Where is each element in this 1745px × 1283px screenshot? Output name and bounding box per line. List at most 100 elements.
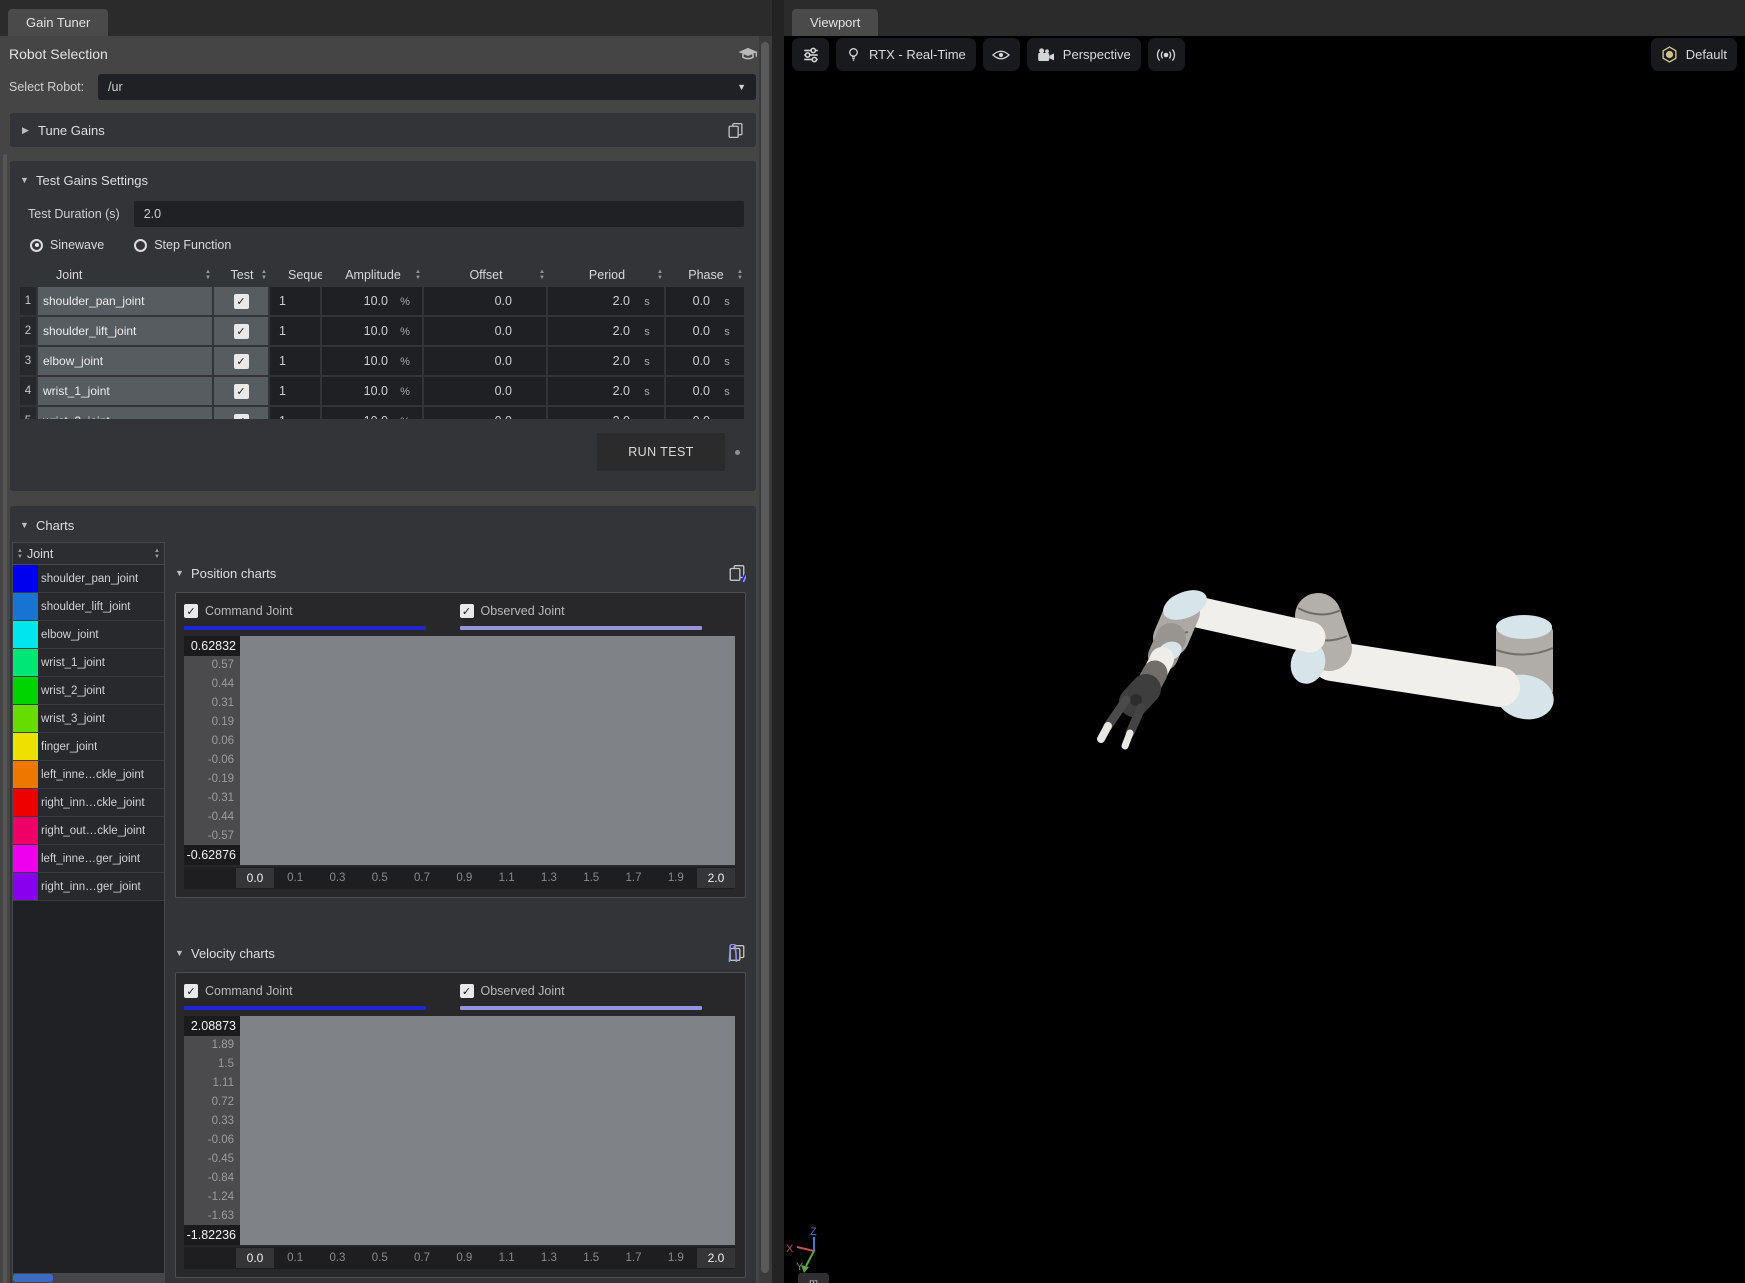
sort-caret-icon[interactable]: ▲▼ (17, 548, 23, 560)
viewport-canvas[interactable]: RTX - Real-Time (784, 36, 1745, 1283)
joint-list-item[interactable]: right_inn…ger_joint (13, 873, 164, 901)
joint-list-item[interactable]: shoulder_pan_joint (13, 565, 164, 593)
phase-cell[interactable]: 0.0s (666, 287, 746, 315)
test-checkbox-cell[interactable]: ✓ (214, 407, 270, 419)
horizontal-scrollbar[interactable] (13, 1273, 164, 1283)
tab-gain-tuner[interactable]: Gain Tuner (8, 9, 108, 36)
joint-name-cell[interactable]: wrist_1_joint (38, 377, 214, 405)
sequence-cell[interactable]: 1 (270, 407, 322, 419)
joint-list-item[interactable]: elbow_joint (13, 621, 164, 649)
copy-icon[interactable] (728, 944, 746, 962)
offset-cell[interactable]: 0.0 (424, 347, 548, 375)
checkbox-checked-icon[interactable]: ✓ (460, 984, 474, 998)
legend-toggle[interactable]: ✓Command Joint (184, 601, 442, 621)
live-sync-button[interactable] (1148, 38, 1185, 71)
radio-step-function[interactable]: Step Function (134, 238, 231, 252)
left-scrollbar-thumb[interactable] (3, 154, 7, 1283)
column-header-test[interactable]: Test▲▼ (214, 268, 270, 282)
checkbox-checked-icon[interactable]: ✓ (234, 354, 249, 369)
legend-toggle[interactable]: ✓Observed Joint (460, 981, 718, 1001)
offset-cell[interactable]: 0.0 (424, 407, 548, 419)
joint-list-item[interactable]: wrist_2_joint (13, 677, 164, 705)
tab-viewport[interactable]: Viewport (792, 9, 878, 36)
sort-caret-icon[interactable]: ▲▼ (154, 548, 160, 560)
legend-toggle[interactable]: ✓Observed Joint (460, 601, 718, 621)
phase-cell[interactable]: 0.0s (666, 347, 746, 375)
sequence-cell[interactable]: 1 (270, 377, 322, 405)
sort-caret-icon[interactable]: ▲▼ (205, 269, 211, 281)
plot-area[interactable] (240, 1016, 735, 1245)
joint-list-item[interactable]: finger_joint (13, 733, 164, 761)
viewport-settings-button[interactable] (792, 38, 829, 71)
legend-toggle[interactable]: ✓Command Joint (184, 981, 442, 1001)
checkbox-checked-icon[interactable]: ✓ (234, 414, 249, 420)
test-gains-header[interactable]: ▼ Test Gains Settings (20, 169, 746, 191)
period-cell[interactable]: 2.0s (548, 407, 666, 419)
joint-list-item[interactable]: wrist_3_joint (13, 705, 164, 733)
table-row[interactable]: 2shoulder_lift_joint✓110.0%0.02.0s0.0s (20, 317, 746, 345)
table-row[interactable]: 5wrist_2_joint✓110.0%0.02.0s0.0s (20, 407, 746, 419)
sequence-cell[interactable]: 1 (270, 347, 322, 375)
lighting-mode-dropdown[interactable]: Default (1651, 38, 1737, 71)
column-header-offset[interactable]: Offset▲▼ (424, 268, 548, 282)
robot-select-dropdown[interactable]: /ur ▼ (98, 74, 756, 100)
plot-area[interactable] (240, 636, 735, 865)
visibility-button[interactable] (983, 38, 1020, 71)
offset-cell[interactable]: 0.0 (424, 377, 548, 405)
period-cell[interactable]: 2.0s (548, 377, 666, 405)
joint-list-item[interactable]: wrist_1_joint (13, 649, 164, 677)
joint-list-item[interactable]: left_inne…ger_joint (13, 845, 164, 873)
sequence-cell[interactable]: 1 (270, 317, 322, 345)
camera-dropdown[interactable]: Perspective (1027, 38, 1141, 71)
test-checkbox-cell[interactable]: ✓ (214, 317, 270, 345)
column-header-phase[interactable]: Phase▲▼ (666, 268, 746, 282)
column-header-amplitude[interactable]: Amplitude▲▼ (322, 268, 424, 282)
vertical-scrollbar-thumb[interactable] (761, 42, 769, 1273)
joint-list-header[interactable]: ▲▼ Joint ▲▼ (13, 543, 164, 565)
period-cell[interactable]: 2.0s (548, 347, 666, 375)
sort-caret-icon[interactable]: ▲▼ (261, 269, 267, 281)
amplitude-cell[interactable]: 10.0% (322, 377, 424, 405)
checkbox-checked-icon[interactable]: ✓ (234, 324, 249, 339)
joint-list-item[interactable]: right_inn…ckle_joint (13, 789, 164, 817)
renderer-dropdown[interactable]: RTX - Real-Time (836, 38, 976, 71)
sort-caret-icon[interactable]: ▲▼ (415, 269, 421, 281)
sort-caret-icon[interactable]: ▲▼ (657, 269, 663, 281)
velocity-charts-header[interactable]: ▼ Velocity charts (175, 940, 746, 966)
checkbox-checked-icon[interactable]: ✓ (184, 984, 198, 998)
horizontal-scrollbar-thumb[interactable] (13, 1274, 53, 1282)
period-cell[interactable]: 2.0s (548, 287, 666, 315)
test-checkbox-cell[interactable]: ✓ (214, 287, 270, 315)
test-duration-input[interactable]: 2.0 (134, 201, 744, 227)
amplitude-cell[interactable]: 10.0% (322, 407, 424, 419)
checkbox-checked-icon[interactable]: ✓ (234, 294, 249, 309)
joint-name-cell[interactable]: shoulder_lift_joint (38, 317, 214, 345)
sort-caret-icon[interactable]: ▲▼ (737, 269, 743, 281)
amplitude-cell[interactable]: 10.0% (322, 287, 424, 315)
run-test-button[interactable]: RUN TEST (597, 433, 725, 471)
tune-gains-section-header[interactable]: ▶ Tune Gains (10, 113, 756, 147)
radio-sinewave[interactable]: Sinewave (30, 238, 104, 252)
offset-cell[interactable]: 0.0 (424, 317, 548, 345)
graduation-cap-icon[interactable] (738, 47, 758, 62)
charts-header[interactable]: ▼ Charts (10, 514, 750, 536)
joint-name-cell[interactable]: wrist_2_joint (38, 407, 214, 419)
joint-name-cell[interactable]: shoulder_pan_joint (38, 287, 214, 315)
sequence-cell[interactable]: 1 (270, 287, 322, 315)
checkbox-checked-icon[interactable]: ✓ (234, 384, 249, 399)
copy-icon[interactable] (728, 564, 746, 582)
amplitude-cell[interactable]: 10.0% (322, 317, 424, 345)
position-charts-header[interactable]: ▼ Position charts (175, 560, 746, 586)
table-row[interactable]: 4wrist_1_joint✓110.0%0.02.0s0.0s (20, 377, 746, 405)
column-header-joint[interactable]: Joint▲▼ (38, 268, 214, 282)
offset-cell[interactable]: 0.0 (424, 287, 548, 315)
vertical-scrollbar[interactable] (759, 36, 772, 1283)
table-row[interactable]: 1shoulder_pan_joint✓110.0%0.02.0s0.0s (20, 287, 746, 315)
checkbox-checked-icon[interactable]: ✓ (460, 604, 474, 618)
phase-cell[interactable]: 0.0s (666, 377, 746, 405)
joint-list-item[interactable]: shoulder_lift_joint (13, 593, 164, 621)
copy-icon[interactable] (727, 122, 744, 139)
joint-name-cell[interactable]: elbow_joint (38, 347, 214, 375)
sort-caret-icon[interactable]: ▲▼ (539, 269, 545, 281)
column-header-period[interactable]: Period▲▼ (548, 268, 666, 282)
